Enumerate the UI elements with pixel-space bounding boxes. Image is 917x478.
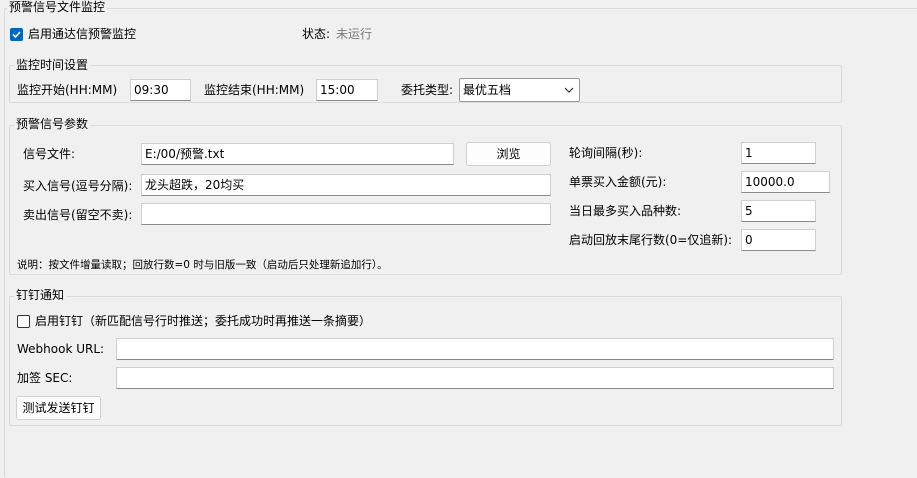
enable-monitor-label[interactable]: 启用通达信预警监控 — [28, 26, 136, 42]
status-label: 状态: — [302, 27, 331, 41]
replay-lines-label: 启动回放末尾行数(0=仅追新): — [569, 233, 733, 247]
replay-lines-input[interactable]: 0 — [741, 229, 816, 251]
enable-monitor-checkbox[interactable] — [10, 28, 23, 41]
signal-file-input[interactable]: E:/00/预警.txt — [141, 143, 454, 165]
sign-secret-label: 加签 SEC: — [17, 371, 73, 385]
poll-interval-input[interactable]: 1 — [741, 142, 816, 164]
dingtalk-title: 钉钉通知 — [14, 288, 67, 302]
signal-note: 说明：按文件增量读取；回放行数=0 时与旧版一致（启动后只处理新追加行）。 — [17, 259, 388, 271]
signal-params-title: 预警信号参数 — [14, 117, 91, 131]
max-buy-label: 当日最多买入品种数: — [569, 204, 682, 218]
time-settings-title: 监控时间设置 — [14, 58, 91, 72]
sell-signal-label: 卖出信号(留空不卖): — [23, 208, 133, 222]
checkmark-icon — [12, 31, 21, 39]
chevron-down-icon — [564, 87, 574, 93]
signal-file-label: 信号文件: — [23, 147, 76, 161]
browse-button[interactable]: 浏览 — [466, 142, 551, 166]
webhook-url-input[interactable] — [116, 338, 834, 360]
order-type-label: 委托类型: — [401, 83, 454, 97]
end-time-label: 监控结束(HH:MM) — [204, 83, 305, 97]
order-type-value: 最优五档 — [463, 83, 512, 97]
enable-dingtalk-label[interactable]: 启用钉钉（新匹配信号行时推送；委托成功时再推送一条摘要） — [35, 313, 371, 329]
webhook-url-label: Webhook URL: — [17, 342, 105, 356]
enable-dingtalk-checkbox[interactable] — [17, 315, 30, 328]
sell-signal-input[interactable] — [141, 203, 551, 225]
poll-interval-label: 轮询间隔(秒): — [569, 146, 643, 160]
order-type-select[interactable]: 最优五档 — [459, 78, 580, 102]
main-group-title: 预警信号文件监控 — [7, 0, 108, 14]
buy-signal-input[interactable]: 龙头超跌，20均买 — [141, 174, 551, 196]
buy-signal-label: 买入信号(逗号分隔): — [23, 179, 133, 193]
status-value: 未运行 — [336, 27, 373, 41]
buy-amount-input[interactable]: 10000.0 — [741, 171, 830, 193]
sign-secret-input[interactable] — [116, 367, 834, 389]
buy-amount-label: 单票买入金额(元): — [569, 175, 667, 189]
start-time-input[interactable]: 09:30 — [130, 79, 191, 101]
test-dingtalk-button[interactable]: 测试发送钉钉 — [16, 396, 101, 420]
end-time-input[interactable]: 15:00 — [316, 79, 378, 101]
start-time-label: 监控开始(HH:MM) — [17, 83, 118, 97]
max-buy-input[interactable]: 5 — [741, 200, 816, 222]
